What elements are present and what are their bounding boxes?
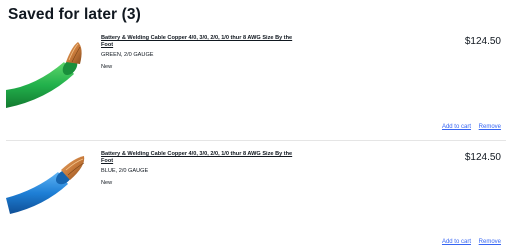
saved-item: Battery & Welding Cable Copper 4/0, 3/0,… — [0, 30, 509, 140]
item-actions: Add to cart Remove — [436, 239, 501, 245]
product-image[interactable] — [6, 34, 96, 108]
item-title-link[interactable]: Battery & Welding Cable Copper 4/0, 3/0,… — [101, 151, 301, 165]
item-actions: Add to cart Remove — [436, 124, 501, 130]
item-variant: BLUE, 2/0 GAUGE — [101, 168, 149, 174]
item-condition: New — [101, 180, 113, 186]
item-price: $124.50 — [464, 152, 501, 163]
divider — [6, 140, 506, 141]
add-to-cart-link[interactable]: Add to cart — [442, 124, 471, 130]
remove-link[interactable]: Remove — [479, 239, 501, 245]
section-title: Saved for later (3) — [8, 6, 141, 23]
add-to-cart-link[interactable]: Add to cart — [442, 239, 471, 245]
item-title-link[interactable]: Battery & Welding Cable Copper 4/0, 3/0,… — [101, 35, 301, 49]
item-condition: New — [101, 64, 113, 70]
item-variant: GREEN, 2/0 GAUGE — [101, 52, 154, 58]
product-image[interactable] — [6, 146, 96, 220]
remove-link[interactable]: Remove — [479, 124, 501, 130]
item-price: $124.50 — [464, 36, 501, 47]
saved-item: Battery & Welding Cable Copper 4/0, 3/0,… — [0, 146, 509, 250]
